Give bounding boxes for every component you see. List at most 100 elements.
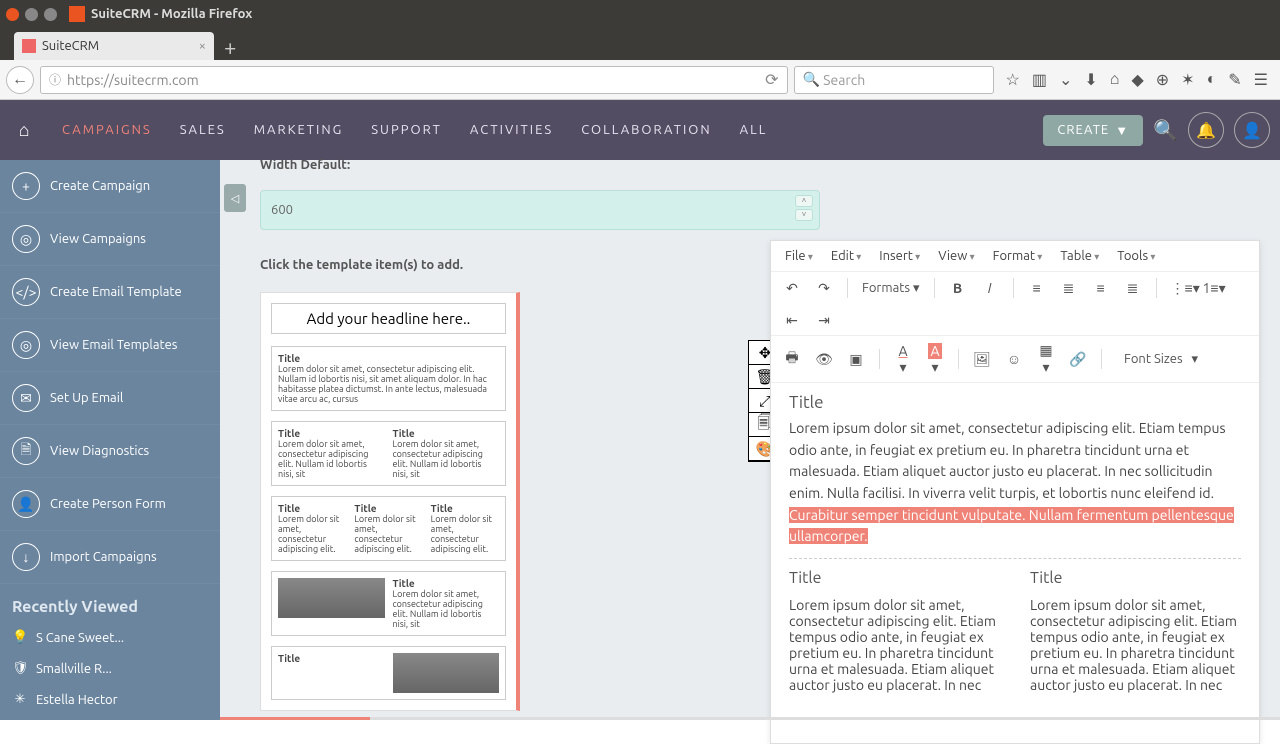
redo-icon[interactable]: ↷ — [815, 280, 833, 297]
width-default-input[interactable]: 600 ˄˅ — [260, 190, 820, 230]
italic-icon[interactable]: I — [981, 280, 999, 296]
editor-content[interactable]: Title Lorem ipsum dolor sit amet, consec… — [771, 383, 1259, 743]
number-list-icon[interactable]: 1≡▾ — [1203, 280, 1221, 297]
media-icon[interactable]: ▣ — [847, 351, 865, 368]
sidebar-item-label: Import Campaigns — [50, 550, 157, 564]
spinner-down-icon[interactable]: ˅ — [795, 209, 813, 221]
profile-icon[interactable]: 👤 — [1234, 112, 1270, 148]
reload-icon[interactable]: ⟳ — [765, 70, 778, 89]
nav-campaigns[interactable]: CAMPAIGNS — [48, 123, 166, 137]
bg-color-icon[interactable]: A ▾ — [926, 343, 944, 376]
window-close-icon[interactable] — [6, 8, 19, 21]
width-default-label: Width Default: — [260, 158, 540, 172]
nav-support[interactable]: SUPPORT — [357, 123, 456, 137]
browser-search-field[interactable]: 🔍 Search — [794, 66, 994, 94]
browser-tab[interactable]: SuiteCRM × — [14, 32, 214, 60]
home-icon[interactable]: ⌂ — [10, 116, 38, 144]
sidebar-item-create-person-form[interactable]: 👤Create Person Form — [0, 478, 220, 531]
sidebar-item-view-email-templates[interactable]: ◎View Email Templates — [0, 319, 220, 372]
sidebar-item-create-email-template[interactable]: </> Create Email Template — [0, 266, 220, 319]
addon1-icon[interactable]: ◆ — [1131, 70, 1143, 89]
search-nav-icon[interactable]: 🔍 — [1153, 118, 1178, 142]
recent-item[interactable]: 💡S Cane Sweet... — [0, 622, 220, 653]
tab-close-icon[interactable]: × — [199, 39, 206, 53]
window-minimize-icon[interactable] — [25, 8, 38, 21]
menu-edit[interactable]: Edit — [831, 249, 861, 263]
template-headline[interactable]: Add your headline here.. — [271, 303, 506, 334]
two-column-block: TitleLorem ipsum dolor sit amet, consect… — [789, 558, 1241, 693]
address-field[interactable]: ⓘ https://suitecrm.com ⟳ — [40, 66, 788, 94]
print-icon[interactable]: 🖶 — [783, 347, 801, 371]
template-img-right[interactable]: Title — [271, 646, 506, 700]
sidebar-item-create-campaign[interactable]: +Create Campaign — [0, 160, 220, 213]
addon2-icon[interactable]: ⊕ — [1156, 70, 1169, 89]
notifications-icon[interactable]: 🔔 — [1188, 112, 1224, 148]
sidebar-item-import-campaigns[interactable]: ↓Import Campaigns — [0, 531, 220, 584]
fontsize-dropdown[interactable]: Font Sizes ▾ — [1116, 352, 1198, 367]
image-placeholder-icon — [393, 653, 500, 693]
bullet-list-icon[interactable]: ⋮≡▾ — [1171, 280, 1189, 297]
sidebar-item-view-campaigns[interactable]: ◎View Campaigns — [0, 213, 220, 266]
home-toolbar-icon[interactable]: ⌂ — [1110, 70, 1120, 89]
nav-all[interactable]: ALL — [726, 123, 782, 137]
template-2col[interactable]: TitleLorem dolor sit amet, consectetur a… — [271, 421, 506, 486]
recent-item[interactable]: 🛡Smallville R... — [0, 653, 220, 684]
collapse-sidebar-button[interactable]: ◁ — [224, 184, 246, 212]
pocket-icon[interactable]: ⌄ — [1059, 70, 1072, 89]
preview-icon[interactable]: 👁 — [815, 351, 833, 368]
eye-icon: ◎ — [12, 225, 40, 253]
align-left-icon[interactable]: ≡ — [1028, 280, 1046, 296]
menu-format[interactable]: Format — [993, 249, 1043, 263]
template-img-left[interactable]: TitleLorem dolor sit amet, consectetur a… — [271, 571, 506, 636]
nav-activities[interactable]: ACTIVITIES — [456, 123, 567, 137]
code-icon: </> — [12, 278, 40, 306]
recent-item[interactable]: ✳Estella Hector — [0, 684, 220, 715]
menu-file[interactable]: File — [785, 249, 813, 263]
window-maximize-icon[interactable] — [44, 8, 57, 21]
menu-tools[interactable]: Tools — [1117, 249, 1155, 263]
outdent-icon[interactable]: ⇤ — [783, 312, 801, 329]
spinner[interactable]: ˄˅ — [795, 195, 813, 221]
indent-icon[interactable]: ⇥ — [815, 312, 833, 329]
link-icon[interactable]: 🔗 — [1069, 351, 1087, 368]
site-info-icon[interactable]: ⓘ — [49, 71, 61, 88]
sidebar-item-set-up-email[interactable]: ✉Set Up Email — [0, 372, 220, 425]
menu-insert[interactable]: Insert — [879, 249, 920, 263]
formats-dropdown[interactable]: Formats ▾ — [862, 281, 920, 296]
undo-icon[interactable]: ↶ — [783, 280, 801, 297]
template-1col[interactable]: TitleLorem dolor sit amet, consectetur a… — [271, 346, 506, 411]
template-3col[interactable]: TitleLorem dolor sit amet, consectetur a… — [271, 496, 506, 561]
bold-icon[interactable]: B — [949, 280, 967, 296]
create-button[interactable]: CREATE▼ — [1043, 115, 1143, 146]
downloads-icon[interactable]: ⬇ — [1084, 70, 1097, 89]
nav-collaboration[interactable]: COLLABORATION — [567, 123, 725, 137]
column-title: Title — [789, 569, 1000, 587]
recent-item-label: Estella Hector — [36, 693, 118, 707]
spinner-up-icon[interactable]: ˄ — [795, 195, 813, 207]
align-center-icon[interactable]: ≣ — [1060, 280, 1078, 297]
sidebar-item-view-diagnostics[interactable]: 🗎View Diagnostics — [0, 425, 220, 478]
nav-marketing[interactable]: MARKETING — [240, 123, 358, 137]
addon4-icon[interactable]: ◐ — [1207, 70, 1217, 89]
addon3-icon[interactable]: ✶ — [1181, 70, 1194, 89]
chevron-down-icon: ▼ — [1115, 123, 1129, 138]
back-button[interactable]: ← — [6, 66, 34, 94]
text-color-icon[interactable]: A ▾ — [894, 343, 912, 376]
nav-sales[interactable]: SALES — [166, 123, 240, 137]
editor-toolbar-1: ↶ ↷ Formats ▾ B I ≡ ≣ ≡ ≣ ⋮≡▾ 1≡▾ ⇤ ⇥ — [771, 272, 1259, 336]
new-tab-button[interactable]: + — [214, 35, 246, 60]
table-icon[interactable]: ▦ ▾ — [1037, 342, 1055, 376]
star-icon[interactable]: ☆ — [1006, 70, 1020, 89]
align-justify-icon[interactable]: ≣ — [1124, 280, 1142, 297]
column-right: TitleLorem ipsum dolor sit amet, consect… — [1030, 569, 1241, 693]
emoji-icon[interactable]: ☺ — [1005, 351, 1023, 367]
hamburger-icon[interactable]: ☰ — [1254, 70, 1268, 89]
image-icon[interactable]: 🖼 — [973, 351, 991, 368]
align-right-icon[interactable]: ≡ — [1092, 280, 1110, 296]
library-icon[interactable]: ▥ — [1032, 70, 1047, 89]
menu-table[interactable]: Table — [1060, 249, 1099, 263]
sidebar-item-label: Create Email Template — [50, 285, 182, 299]
addon5-icon[interactable]: ✎ — [1228, 70, 1241, 89]
search-placeholder: Search — [823, 72, 865, 88]
menu-view[interactable]: View — [938, 249, 974, 263]
